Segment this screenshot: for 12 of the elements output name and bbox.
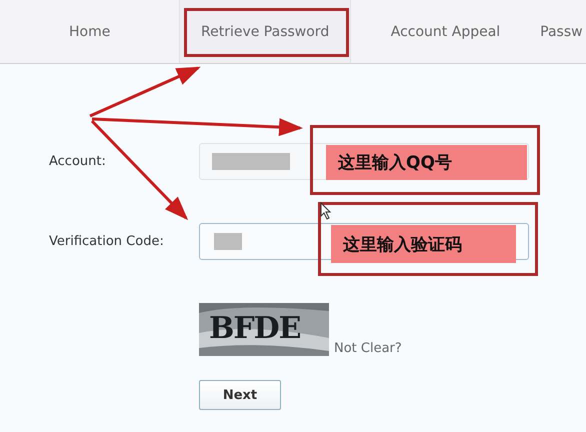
cursor-icon [320,202,332,220]
nav-tab[interactable]: Home [0,0,180,63]
callout-tooltip: 这里输入QQ号 [326,145,527,180]
next-button[interactable]: Next [199,380,281,410]
not-clear-link[interactable]: Not Clear? [334,341,402,356]
callout-tooltip: 这里输入验证码 [331,225,516,263]
nav-tab[interactable]: Passw [540,0,586,63]
nav-tab[interactable]: Account Appeal [350,0,540,63]
field-label: Account: [49,154,107,169]
field-label: Verification Code: [49,234,165,249]
captcha-image: BFDE [199,303,329,356]
redaction-mark [214,233,242,250]
